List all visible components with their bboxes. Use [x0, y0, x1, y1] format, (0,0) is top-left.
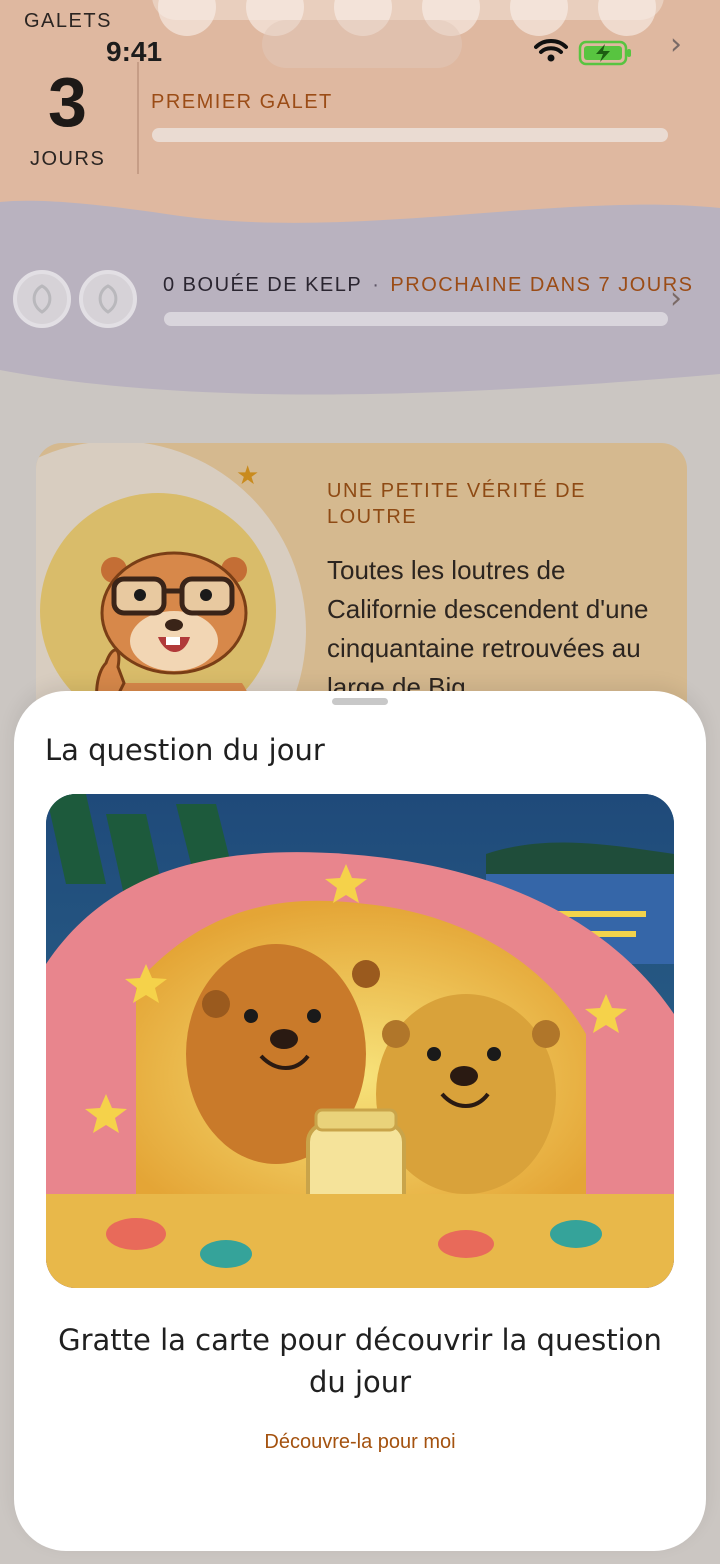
chevron-right-icon[interactable]: › — [670, 284, 682, 314]
fact-title: UNE PETITE VÉRITÉ DE LOUTRE — [327, 480, 586, 528]
streak-unit: JOURS — [30, 148, 106, 170]
chevron-right-icon[interactable]: › — [670, 30, 682, 60]
sheet-drag-handle[interactable] — [332, 698, 388, 705]
kelp-next-label: PROCHAINE DANS 7 JOURS — [390, 274, 694, 296]
goal-progress-bar — [152, 128, 668, 142]
reveal-question-button[interactable]: Découvre-la pour moi — [210, 1431, 510, 1454]
scratch-card[interactable] — [46, 794, 674, 1288]
ghost-pill — [262, 20, 462, 68]
goal-label: PREMIER GALET — [151, 91, 333, 113]
streak-title: GALETS — [24, 10, 112, 32]
scratch-prompt: Gratte la carte pour découvrir la questi… — [58, 1323, 662, 1399]
kelp-progress-bar — [164, 312, 668, 326]
streak-divider — [137, 62, 139, 174]
question-sheet: La question du jour Gratte la carte pour… — [14, 691, 706, 1551]
scratch-card-illustration — [46, 794, 674, 1288]
fact-body: Toutes les loutres de Californie descend… — [327, 555, 649, 702]
status-icons — [534, 39, 631, 66]
app-screen: 9:41 › GALETS 3 JOURS PREMIER GALET 0 BO… — [0, 0, 720, 1564]
star-icon: ★ — [236, 461, 260, 491]
pebble-strip — [152, 0, 664, 36]
peach-wave-divider — [0, 190, 720, 250]
kelp-separator: · — [372, 274, 381, 296]
streak-count: 3 — [48, 63, 87, 141]
sheet-title: La question du jour — [45, 733, 325, 767]
kelp-status: 0 BOUÉE DE KELP · PROCHAINE DANS 7 JOURS — [163, 274, 693, 297]
kelp-buoy-icon — [79, 270, 137, 328]
wifi-icon — [534, 39, 568, 62]
kelp-count-label: 0 BOUÉE DE KELP — [163, 274, 363, 296]
battery-charging-icon — [578, 40, 631, 66]
kelp-buoy-icon — [13, 270, 71, 328]
status-time: 9:41 — [106, 36, 163, 67]
lavender-wave-divider — [0, 370, 720, 410]
